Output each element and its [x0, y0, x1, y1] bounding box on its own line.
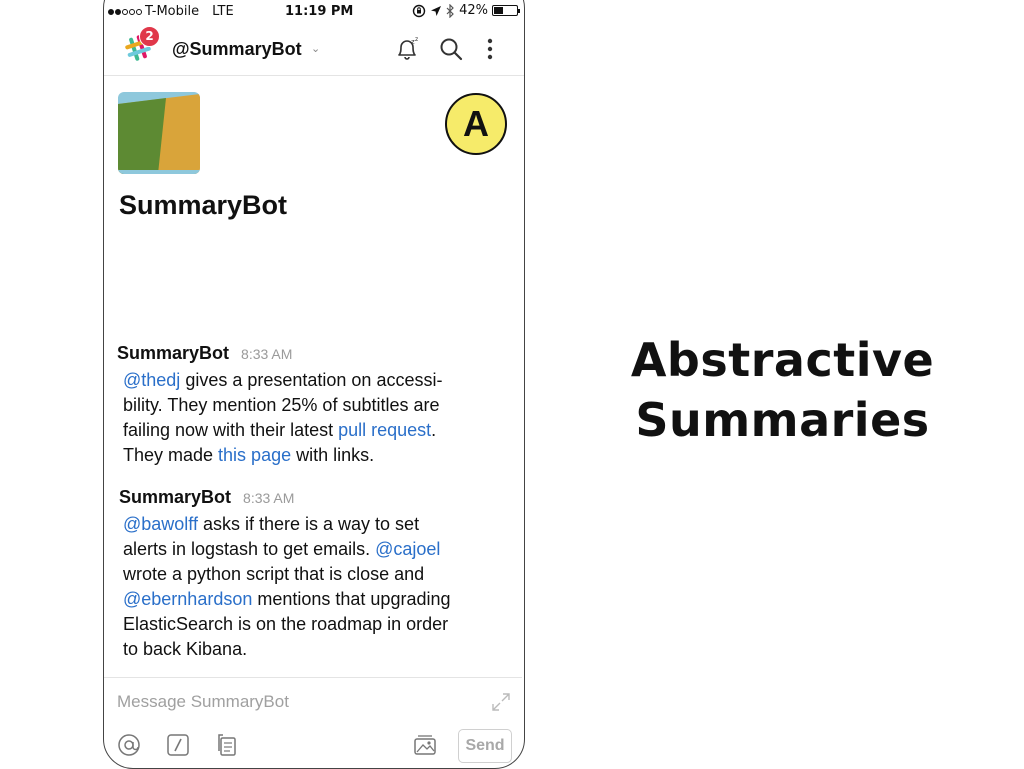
message-2: SummaryBot 8:33 AM @bawolff asks if ther… [119, 487, 514, 662]
mention-link[interactable]: @ebernhardson [123, 589, 252, 609]
placeholder-target: SummaryBot [190, 692, 289, 711]
bot-profile-name: SummaryBot [119, 190, 288, 220]
message-text: mentions that upgrading [252, 589, 451, 609]
svg-text:z: z [415, 36, 418, 43]
network-label: LTE [212, 4, 234, 19]
message-text: asks if there is a way to set [197, 514, 420, 534]
message-text: wrote a python script that is close and [123, 564, 425, 584]
slide-title-line1: Abstractive [630, 333, 935, 387]
battery-icon [492, 5, 520, 16]
slide-title-line2: Summaries [635, 393, 930, 447]
mention-link[interactable]: @bawolff [123, 514, 198, 534]
message-text: with links. [291, 445, 375, 465]
send-button[interactable]: Send [458, 729, 512, 763]
message-text: to back Kibana. [123, 639, 248, 659]
status-bar: T-Mobile LTE 11:19 PM 42% [103, 0, 523, 22]
message-1: SummaryBot 8:33 AM @thedj gives a presen… [117, 343, 512, 468]
message-composer[interactable]: Message SummaryBot [104, 677, 522, 726]
message-text: gives a presentation on accessi- [180, 370, 443, 390]
this-page-link[interactable]: this page [218, 445, 291, 465]
bot-avatar [118, 92, 200, 174]
message-text: failing now with their latest [123, 420, 339, 440]
mention-link[interactable]: @cajoel [375, 539, 440, 559]
chat-header: 2 @SummaryBot ⌄ z z [104, 22, 524, 76]
message-input[interactable]: Message SummaryBot [117, 692, 289, 712]
expand-icon[interactable] [490, 691, 512, 713]
notification-badge: 2 [139, 26, 160, 47]
mention-link[interactable]: @thedj [123, 370, 180, 390]
message-text: They made [123, 445, 219, 465]
message-author[interactable]: SummaryBot [119, 487, 231, 508]
chevron-down-icon[interactable]: ⌄ [311, 42, 320, 55]
rotation-lock-icon [412, 4, 426, 17]
bluetooth-icon [446, 3, 454, 18]
annotation-marker: A [445, 93, 507, 155]
location-arrow-icon [431, 5, 442, 16]
message-text: bility. They mention 25% of subtitles ar… [123, 395, 440, 415]
message-time: 8:33 AM [241, 346, 293, 362]
composer-toolbar: Send [104, 725, 522, 768]
pull-request-link[interactable]: pull request [338, 420, 431, 440]
files-icon[interactable] [214, 732, 240, 758]
search-icon[interactable] [438, 36, 464, 62]
slash-command-icon[interactable] [165, 732, 191, 758]
message-text: ElasticSearch is on the roadmap in order [123, 614, 449, 634]
message-time: 8:33 AM [243, 490, 295, 506]
message-text: . [431, 420, 437, 440]
signal-dots-icon [108, 8, 142, 15]
message-author[interactable]: SummaryBot [117, 343, 229, 364]
message-body: @thedj gives a presentation on accessi- … [117, 368, 512, 468]
status-right: 42% [412, 3, 520, 18]
placeholder-prefix: Message [117, 692, 191, 711]
carrier-label: T-Mobile [145, 4, 200, 19]
at-mention-icon[interactable] [116, 732, 142, 758]
message-text: alerts in logstash to get emails. [123, 539, 376, 559]
snooze-bell-icon[interactable]: z z [394, 36, 420, 62]
image-icon[interactable] [412, 732, 438, 758]
channel-name[interactable]: @SummaryBot [172, 39, 302, 60]
clock: 11:19 PM [285, 4, 354, 19]
message-body: @bawolff asks if there is a way to set a… [119, 512, 514, 662]
slide-title: Abstractive Summaries [540, 330, 1024, 450]
status-left: T-Mobile LTE [108, 4, 234, 19]
battery-percent: 42% [459, 3, 488, 18]
more-vertical-icon[interactable] [477, 36, 503, 62]
